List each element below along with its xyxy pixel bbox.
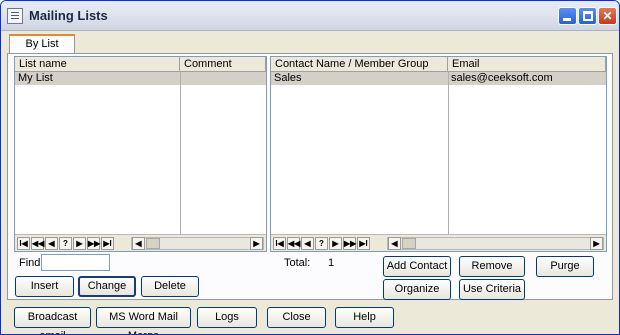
insert-button[interactable]: Insert [15,276,74,297]
column-header-list-name[interactable]: List name [15,57,180,72]
horizontal-scrollbar[interactable]: ◀ ▶ [131,237,264,250]
last-record-button[interactable]: ▶I [101,237,114,250]
column-header-email[interactable]: Email [448,57,606,72]
window-icon [7,8,23,24]
next-record-button[interactable]: ▶ [73,237,86,250]
contact-grid[interactable]: Contact Name / Member Group Email Sales … [270,56,607,252]
tab-panel: List name Comment My List I◀ ◀◀ ◀ ? ▶ ▶▶… [7,53,613,300]
total-value: 1 [328,257,335,269]
mailing-lists-window: Mailing Lists ✕ By List Name List name C… [0,0,620,335]
find-label: Find: [19,257,44,269]
column-header-comment[interactable]: Comment [180,57,266,72]
next-page-button[interactable]: ▶▶ [87,237,100,250]
tab-by-list-name[interactable]: By List Name [9,34,75,67]
purge-button[interactable]: Purge [536,256,594,277]
list-grid[interactable]: List name Comment My List I◀ ◀◀ ◀ ? ▶ ▶▶… [14,56,267,252]
total-label: Total: [284,257,311,269]
organize-button[interactable]: Organize [383,279,451,300]
record-navigator: I◀ ◀◀ ◀ ? ▶ ▶▶ ▶I ◀ ▶ [15,234,266,251]
record-navigator: I◀ ◀◀ ◀ ? ▶ ▶▶ ▶I ◀ ▶ [271,234,606,251]
close-button[interactable]: Close [267,307,326,328]
column-divider [448,72,449,235]
scroll-thumb[interactable] [402,238,416,249]
prev-record-button[interactable]: ◀ [301,237,314,250]
comment-cell[interactable] [180,72,266,85]
horizontal-scrollbar[interactable]: ◀ ▶ [387,237,604,250]
scroll-right-icon[interactable]: ▶ [590,237,603,250]
next-page-button[interactable]: ▶▶ [343,237,356,250]
minimize-button[interactable] [558,7,577,25]
prev-page-button[interactable]: ◀◀ [31,237,44,250]
scroll-right-icon[interactable]: ▶ [250,237,263,250]
prev-record-button[interactable]: ◀ [45,237,58,250]
change-button[interactable]: Change [78,276,136,297]
close-window-button[interactable]: ✕ [598,7,617,25]
maximize-icon [583,11,593,21]
minimize-icon [563,18,571,21]
remove-button[interactable]: Remove [459,256,525,277]
close-icon: ✕ [602,9,613,23]
next-record-button[interactable]: ▶ [329,237,342,250]
column-divider [180,72,181,235]
title-bar: Mailing Lists ✕ [1,1,619,31]
scroll-left-icon[interactable]: ◀ [132,237,145,250]
email-cell[interactable]: sales@ceeksoft.com [448,72,606,85]
column-header-contact[interactable]: Contact Name / Member Group [271,57,448,72]
broadcast-email-button[interactable]: Broadcast email [14,307,91,334]
find-input[interactable] [41,254,110,271]
last-record-button[interactable]: ▶I [357,237,370,250]
first-record-button[interactable]: I◀ [17,237,30,250]
scroll-thumb[interactable] [146,238,160,249]
window-title: Mailing Lists [29,8,108,23]
goto-record-button[interactable]: ? [315,237,328,250]
logs-button[interactable]: Logs [197,307,257,328]
add-contact-button[interactable]: Add Contact [383,256,451,277]
scroll-left-icon[interactable]: ◀ [388,237,401,250]
first-record-button[interactable]: I◀ [273,237,286,250]
maximize-button[interactable] [578,7,597,25]
contact-cell[interactable]: Sales [271,72,448,85]
list-name-cell[interactable]: My List [15,72,180,85]
goto-record-button[interactable]: ? [59,237,72,250]
delete-button[interactable]: Delete [141,276,199,297]
help-button[interactable]: Help [335,307,394,328]
ms-word-mail-merge-button[interactable]: MS Word Mail Merge [96,307,191,334]
prev-page-button[interactable]: ◀◀ [287,237,300,250]
use-criteria-button[interactable]: Use Criteria [459,279,525,300]
